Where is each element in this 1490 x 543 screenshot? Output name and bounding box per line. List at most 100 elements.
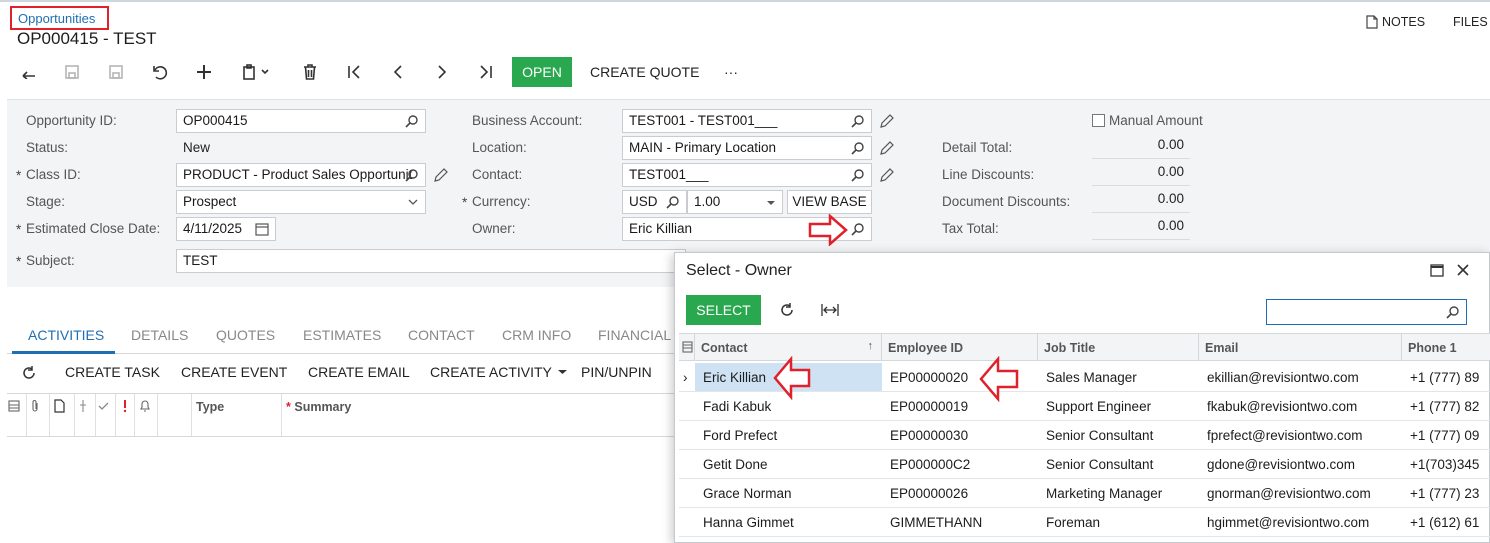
cancel-button[interactable] [148,61,172,83]
tab-contact[interactable]: CONTACT [408,327,475,343]
owner-row[interactable]: Getit Done EP000000C2 Senior Consultant … [679,450,1490,479]
last-icon [480,65,492,79]
owner-contact[interactable]: Getit Done [695,450,882,478]
dialog-search-input[interactable] [1266,299,1467,325]
view-base-button[interactable]: VIEW BASE [787,190,872,214]
opportunity-id-field[interactable]: OP000415 [176,109,426,133]
notes-label: NOTES [1382,15,1426,29]
files-button[interactable]: FILES [1453,15,1488,29]
class-id-field[interactable]: PRODUCT - Product Sales Opportunit [176,163,426,187]
delete-button[interactable] [298,61,322,83]
subject-value: TEST [183,253,218,268]
currency-field[interactable]: USD [622,190,687,214]
create-quote-button[interactable]: CREATE QUOTE [590,64,699,80]
owner-job-title: Marketing Manager [1046,486,1163,501]
job-title-column-header[interactable]: Job Title [1038,333,1199,361]
owner-phone: +1 (777) 89 [1410,370,1480,385]
manual-amount-checkbox[interactable]: Manual Amount [1092,113,1203,128]
close-date-value: 4/11/2025 [183,221,243,236]
tab-quotes[interactable]: QUOTES [216,327,275,343]
breadcrumb-opportunities[interactable]: Opportunities [10,6,109,30]
chevron-left-icon [393,65,402,79]
subject-field[interactable]: TEST [176,249,686,273]
row-selector-chevron-icon[interactable]: › [679,363,695,391]
chevron-down-icon [408,199,418,205]
fit-columns-icon[interactable] [821,303,839,317]
copy-paste-menu[interactable] [236,61,276,83]
search-icon[interactable] [405,114,419,128]
refresh-icon[interactable] [779,302,795,318]
tab-financial[interactable]: FINANCIAL [598,327,671,343]
previous-record-button[interactable] [386,61,410,83]
email-column-header[interactable]: Email [1199,333,1402,361]
refresh-icon[interactable] [21,365,37,381]
type-column-header[interactable]: Type [196,400,224,414]
owner-row[interactable]: Grace Norman EP00000026 Marketing Manage… [679,479,1490,508]
currency-rate-select[interactable]: 1.00 [687,190,783,214]
annotation-arrow-right [808,214,848,246]
tab-details[interactable]: DETAILS [131,327,188,343]
checkbox-box[interactable] [1092,114,1105,127]
search-icon[interactable] [666,195,680,209]
stage-label: Stage: [26,194,66,209]
select-owner-dialog: Select - Owner SELECT Contact ↑ Employee… [674,252,1490,543]
detail-total-label: Detail Total: [942,140,1013,155]
owner-row[interactable]: Ford Prefect EP00000030 Senior Consultan… [679,421,1490,450]
search-icon[interactable] [851,222,865,236]
create-email-button[interactable]: CREATE EMAIL [308,364,410,380]
create-task-button[interactable]: CREATE TASK [65,364,160,380]
location-label: Location: [472,140,527,155]
line-discounts-label: Line Discounts: [942,167,1035,182]
edit-pencil-icon[interactable] [879,140,895,156]
tax-total-label: Tax Total: [942,221,999,236]
tab-crm-info[interactable]: CRM INFO [502,327,571,343]
edit-pencil-icon[interactable] [879,167,895,183]
owner-job-title: Support Engineer [1046,399,1152,414]
owner-job-title: Senior Consultant [1046,428,1154,443]
maximize-icon[interactable] [1430,264,1444,277]
add-button[interactable] [192,61,216,83]
edit-pencil-icon[interactable] [879,113,895,129]
back-button[interactable] [16,61,40,83]
save-close-button[interactable] [104,61,128,83]
close-date-field[interactable]: 4/11/2025 [176,217,276,241]
summary-column-header[interactable]: * Summary [286,400,351,414]
more-actions-button[interactable]: ··· [724,64,738,80]
tab-activities[interactable]: ACTIVITIES [28,327,104,343]
last-record-button[interactable] [474,61,498,83]
create-event-button[interactable]: CREATE EVENT [181,364,287,380]
phone-column-header[interactable]: Phone 1 [1402,333,1490,361]
caret-down-icon [767,201,775,205]
contact-field[interactable]: TEST001___ [622,163,872,187]
notes-button[interactable]: NOTES [1366,15,1425,29]
location-value: MAIN - Primary Location [629,140,777,155]
search-icon[interactable] [851,168,865,182]
edit-pencil-icon[interactable] [433,167,449,183]
owner-contact[interactable]: Ford Prefect [695,421,882,449]
search-icon[interactable] [851,114,865,128]
owner-row[interactable]: Hanna Gimmet GIMMETHANN Foreman hgimmet@… [679,508,1490,537]
create-activity-menu[interactable]: CREATE ACTIVITY [430,364,567,380]
close-icon[interactable] [1456,263,1470,277]
pin-unpin-button[interactable]: PIN/UNPIN [581,364,652,380]
first-record-button[interactable] [342,61,366,83]
owner-contact[interactable]: Hanna Gimmet [695,508,882,536]
owner-contact[interactable]: Grace Norman [695,479,882,507]
open-button[interactable]: OPEN [512,57,572,87]
select-button[interactable]: SELECT [686,295,761,325]
search-icon[interactable] [1446,305,1460,319]
business-account-field[interactable]: TEST001 - TEST001___ [622,109,872,133]
next-record-button[interactable] [430,61,454,83]
checkmark-icon [98,402,109,410]
grid-settings-icon[interactable] [682,341,693,353]
owner-job-title: Sales Manager [1046,370,1137,385]
stage-select[interactable]: Prospect [176,190,426,214]
search-icon[interactable] [851,141,865,155]
calendar-icon[interactable] [255,222,269,236]
subject-label: Subject: [16,253,75,269]
save-button[interactable] [60,61,84,83]
search-icon[interactable] [405,168,419,182]
row-status-icon [8,400,20,412]
tab-estimates[interactable]: ESTIMATES [303,327,381,343]
location-field[interactable]: MAIN - Primary Location [622,136,872,160]
